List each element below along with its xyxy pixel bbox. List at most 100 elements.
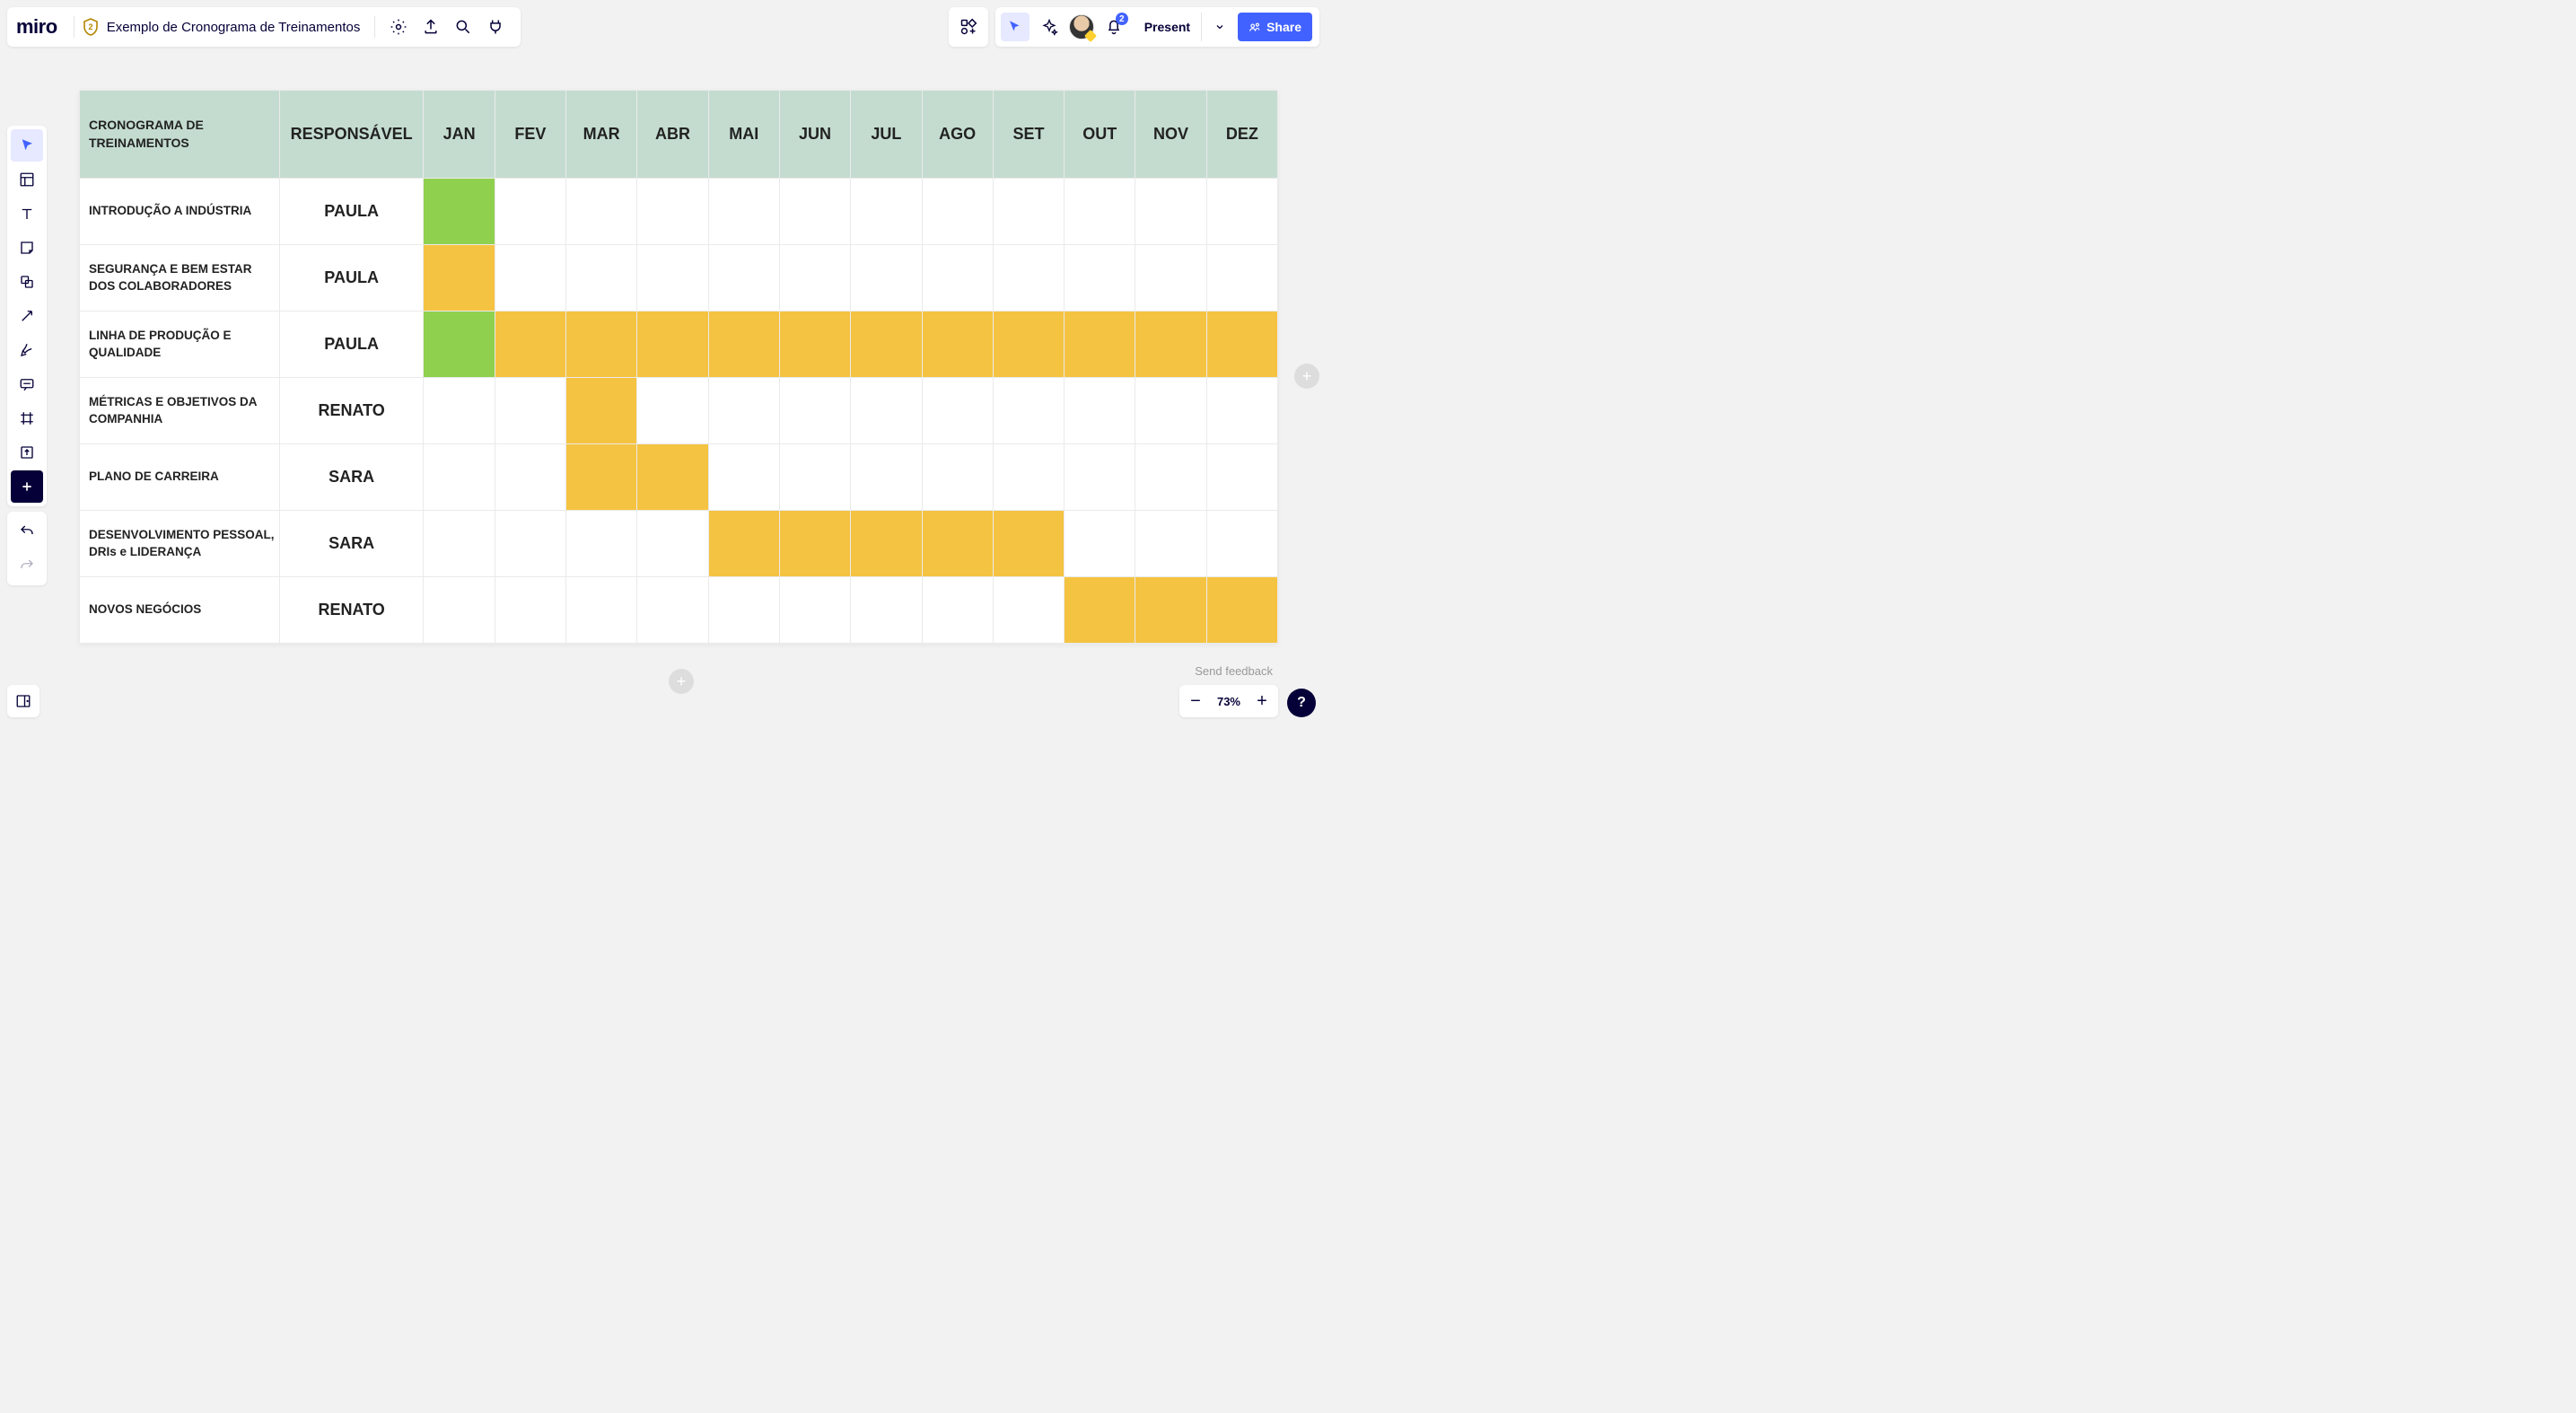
schedule-cell[interactable] — [566, 245, 637, 312]
schedule-cell[interactable] — [424, 245, 495, 312]
responsible-header[interactable]: RESPONSÁVEL — [279, 91, 424, 179]
schedule-cell[interactable] — [851, 245, 922, 312]
schedule-cell[interactable] — [495, 179, 565, 245]
schedule-cell[interactable] — [637, 378, 708, 444]
responsible-cell[interactable]: PAULA — [279, 245, 424, 312]
month-header[interactable]: FEV — [495, 91, 565, 179]
schedule-cell[interactable] — [851, 511, 922, 577]
schedule-cell[interactable] — [637, 511, 708, 577]
schedule-cell[interactable] — [779, 312, 850, 378]
schedule-cell[interactable] — [922, 378, 993, 444]
schedule-cell[interactable] — [708, 179, 779, 245]
schedule-cell[interactable] — [1135, 179, 1206, 245]
table-row[interactable]: LINHA DE PRODUÇÃO E QUALIDADEPAULA — [80, 312, 1278, 378]
templates-tool-icon[interactable] — [11, 163, 43, 196]
schedule-cell[interactable] — [1206, 378, 1277, 444]
schedule-cell[interactable] — [851, 179, 922, 245]
export-icon[interactable] — [415, 11, 447, 43]
avatar[interactable] — [1069, 14, 1094, 39]
schedule-cell[interactable] — [708, 312, 779, 378]
search-icon[interactable] — [447, 11, 479, 43]
responsible-cell[interactable]: PAULA — [279, 179, 424, 245]
pen-tool-icon[interactable] — [11, 334, 43, 366]
schedule-cell[interactable] — [708, 245, 779, 312]
schedule-cell[interactable] — [851, 312, 922, 378]
table-row[interactable]: INTRODUÇÃO A INDÚSTRIAPAULA — [80, 179, 1278, 245]
present-dropdown-icon[interactable] — [1207, 13, 1232, 41]
schedule-cell[interactable] — [1135, 511, 1206, 577]
training-name-cell[interactable]: PLANO DE CARREIRA — [80, 444, 280, 511]
table-row[interactable]: MÉTRICAS E OBJETIVOS DA COMPANHIARENATO — [80, 378, 1278, 444]
schedule-cell[interactable] — [424, 378, 495, 444]
text-tool-icon[interactable] — [11, 197, 43, 230]
send-feedback-link[interactable]: Send feedback — [1195, 664, 1273, 678]
month-header[interactable]: JAN — [424, 91, 495, 179]
shield-icon[interactable]: 2 — [82, 18, 100, 36]
schedule-cell[interactable] — [708, 378, 779, 444]
more-tools-icon[interactable] — [11, 470, 43, 503]
table-row[interactable]: PLANO DE CARREIRASARA — [80, 444, 1278, 511]
schedule-cell[interactable] — [1135, 245, 1206, 312]
sticky-note-tool-icon[interactable] — [11, 232, 43, 264]
apps-button[interactable] — [949, 7, 988, 47]
schedule-cell[interactable] — [495, 312, 565, 378]
board-title[interactable]: Exemplo de Cronograma de Treinamentos — [100, 20, 368, 35]
schedule-cell[interactable] — [779, 378, 850, 444]
training-name-cell[interactable]: NOVOS NEGÓCIOS — [80, 577, 280, 644]
schedule-cell[interactable] — [922, 179, 993, 245]
table-row[interactable]: SEGURANÇA E BEM ESTAR DOS COLABORADORESP… — [80, 245, 1278, 312]
schedule-cell[interactable] — [424, 444, 495, 511]
shape-tool-icon[interactable] — [11, 266, 43, 298]
schedule-cell[interactable] — [1065, 245, 1135, 312]
schedule-cell[interactable] — [424, 179, 495, 245]
cursor-follow-icon[interactable] — [1001, 13, 1030, 41]
schedule-cell[interactable] — [495, 378, 565, 444]
responsible-cell[interactable]: SARA — [279, 444, 424, 511]
schedule-cell[interactable] — [851, 378, 922, 444]
training-name-cell[interactable]: MÉTRICAS E OBJETIVOS DA COMPANHIA — [80, 378, 280, 444]
schedule-cell[interactable] — [566, 179, 637, 245]
zoom-out-icon[interactable]: − — [1179, 685, 1212, 717]
schedule-cell[interactable] — [993, 312, 1064, 378]
schedule-cell[interactable] — [1206, 179, 1277, 245]
schedule-cell[interactable] — [495, 511, 565, 577]
schedule-cell[interactable] — [566, 312, 637, 378]
schedule-cell[interactable] — [922, 511, 993, 577]
reactions-icon[interactable] — [1035, 13, 1064, 41]
responsible-cell[interactable]: PAULA — [279, 312, 424, 378]
select-tool-icon[interactable] — [11, 129, 43, 162]
schedule-cell[interactable] — [637, 312, 708, 378]
schedule-cell[interactable] — [1065, 378, 1135, 444]
schedule-cell[interactable] — [779, 245, 850, 312]
schedule-cell[interactable] — [779, 179, 850, 245]
schedule-cell[interactable] — [779, 511, 850, 577]
schedule-cell[interactable] — [1135, 577, 1206, 644]
help-icon[interactable]: ? — [1287, 689, 1316, 717]
schedule-cell[interactable] — [1206, 245, 1277, 312]
zoom-in-icon[interactable]: + — [1246, 685, 1278, 717]
notifications-icon[interactable]: 2 — [1100, 13, 1128, 41]
schedule-cell[interactable] — [1206, 511, 1277, 577]
undo-icon[interactable] — [11, 515, 43, 548]
responsible-cell[interactable]: RENATO — [279, 577, 424, 644]
training-name-cell[interactable]: DESENVOLVIMENTO PESSOAL, DRIs e LIDERANÇ… — [80, 511, 280, 577]
month-header[interactable]: ABR — [637, 91, 708, 179]
schedule-cell[interactable] — [566, 444, 637, 511]
month-header[interactable]: JUL — [851, 91, 922, 179]
month-header[interactable]: MAR — [566, 91, 637, 179]
plug-icon[interactable] — [479, 11, 512, 43]
schedule-cell[interactable] — [566, 378, 637, 444]
panel-toggle-icon[interactable] — [7, 685, 39, 717]
responsible-cell[interactable]: SARA — [279, 511, 424, 577]
schedule-cell[interactable] — [993, 378, 1064, 444]
frame-tool-icon[interactable] — [11, 402, 43, 434]
schedule-cell[interactable] — [1065, 179, 1135, 245]
schedule-cell[interactable] — [1065, 312, 1135, 378]
present-button[interactable]: Present — [1134, 13, 1202, 41]
schedule-cell[interactable] — [637, 245, 708, 312]
training-name-cell[interactable]: SEGURANÇA E BEM ESTAR DOS COLABORADORES — [80, 245, 280, 312]
schedule-cell[interactable] — [708, 511, 779, 577]
table-row[interactable]: DESENVOLVIMENTO PESSOAL, DRIs e LIDERANÇ… — [80, 511, 1278, 577]
canvas[interactable]: CRONOGRAMA DETREINAMENTOS RESPONSÁVEL JA… — [79, 90, 1278, 644]
schedule-cell[interactable] — [566, 511, 637, 577]
